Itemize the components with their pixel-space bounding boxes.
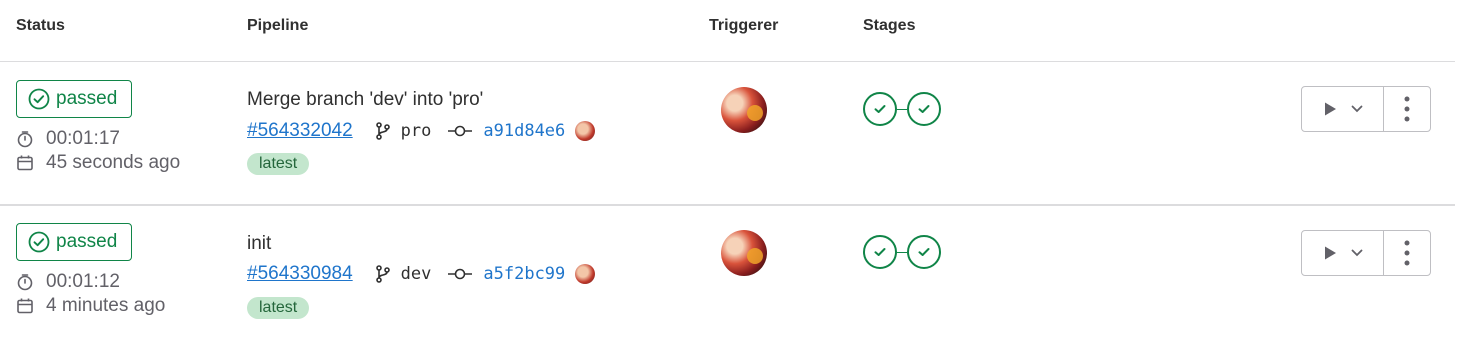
- finished-time: 45 seconds ago: [16, 152, 180, 174]
- chevron-down-icon: [1351, 249, 1362, 257]
- commit-sha[interactable]: a5f2bc99: [483, 264, 565, 284]
- stages-graph: [863, 235, 941, 269]
- stage-success-icon[interactable]: [863, 92, 897, 126]
- timer-icon: [17, 131, 33, 148]
- duration: 00:01:12: [16, 271, 120, 293]
- branch-ref[interactable]: dev: [401, 264, 432, 284]
- pipeline-id-link[interactable]: #564332042: [247, 120, 353, 142]
- triggerer-avatar[interactable]: [721, 230, 767, 276]
- status-label: passed: [56, 231, 118, 252]
- duration-value: 00:01:17: [46, 128, 120, 149]
- triggerer-avatar[interactable]: [721, 87, 767, 133]
- calendar-icon: [17, 155, 33, 171]
- actions-group: [1301, 86, 1431, 132]
- branch-icon: [375, 122, 390, 140]
- more-actions-button[interactable]: [1384, 87, 1430, 131]
- duration-value: 00:01:12: [46, 271, 120, 292]
- pipeline-info: #564332042 pro a91d84e6: [247, 119, 596, 143]
- header-stages: Stages: [863, 17, 916, 34]
- more-actions-icon: [1404, 96, 1410, 122]
- status-success-icon: [28, 231, 50, 253]
- header-pipeline: Pipeline: [247, 17, 309, 34]
- commit-sha[interactable]: a91d84e6: [483, 121, 565, 141]
- play-icon: [1324, 102, 1336, 116]
- stage-connector: [897, 251, 907, 253]
- run-manual-dropdown-button[interactable]: [1302, 87, 1384, 131]
- latest-badge: latest: [247, 153, 310, 175]
- finished-time: 4 minutes ago: [16, 295, 165, 317]
- run-manual-dropdown-button[interactable]: [1302, 231, 1384, 275]
- author-avatar[interactable]: [575, 264, 596, 284]
- status-label: passed: [56, 88, 118, 109]
- actions-group: [1301, 230, 1431, 276]
- author-avatar[interactable]: [575, 121, 596, 141]
- header-triggerer: Triggerer: [709, 17, 779, 34]
- stage-success-icon[interactable]: [907, 235, 941, 269]
- commit-title[interactable]: init: [247, 233, 271, 255]
- branch-icon: [375, 265, 390, 283]
- finished-value: 45 seconds ago: [46, 152, 181, 173]
- status-badge[interactable]: passed: [16, 80, 132, 118]
- status-success-icon: [28, 88, 50, 110]
- pipeline-info: #564330984 dev a5f2bc99: [247, 262, 596, 286]
- stage-success-icon[interactable]: [907, 92, 941, 126]
- more-actions-icon: [1404, 240, 1410, 266]
- timer-icon: [17, 274, 33, 291]
- table-row: passed 00:01:12 4 minutes ago init #5643…: [0, 206, 1455, 342]
- branch-ref[interactable]: pro: [401, 121, 432, 141]
- more-actions-button[interactable]: [1384, 231, 1430, 275]
- table-header: Status Pipeline Triggerer Stages: [0, 0, 1455, 62]
- commit-icon: [448, 268, 473, 280]
- pipeline-id-link[interactable]: #564330984: [247, 263, 353, 285]
- stage-connector: [897, 108, 907, 110]
- finished-value: 4 minutes ago: [46, 295, 166, 316]
- latest-badge: latest: [247, 297, 310, 319]
- calendar-icon: [17, 298, 33, 314]
- stage-success-icon[interactable]: [863, 235, 897, 269]
- chevron-down-icon: [1351, 105, 1362, 113]
- stages-graph: [863, 92, 941, 126]
- table-row: passed 00:01:17 45 seconds ago Merge bra…: [0, 62, 1455, 206]
- duration: 00:01:17: [16, 128, 120, 150]
- header-status: Status: [16, 17, 65, 34]
- status-badge[interactable]: passed: [16, 223, 132, 261]
- commit-icon: [448, 125, 473, 137]
- play-icon: [1324, 246, 1336, 260]
- commit-title[interactable]: Merge branch 'dev' into 'pro': [247, 89, 483, 111]
